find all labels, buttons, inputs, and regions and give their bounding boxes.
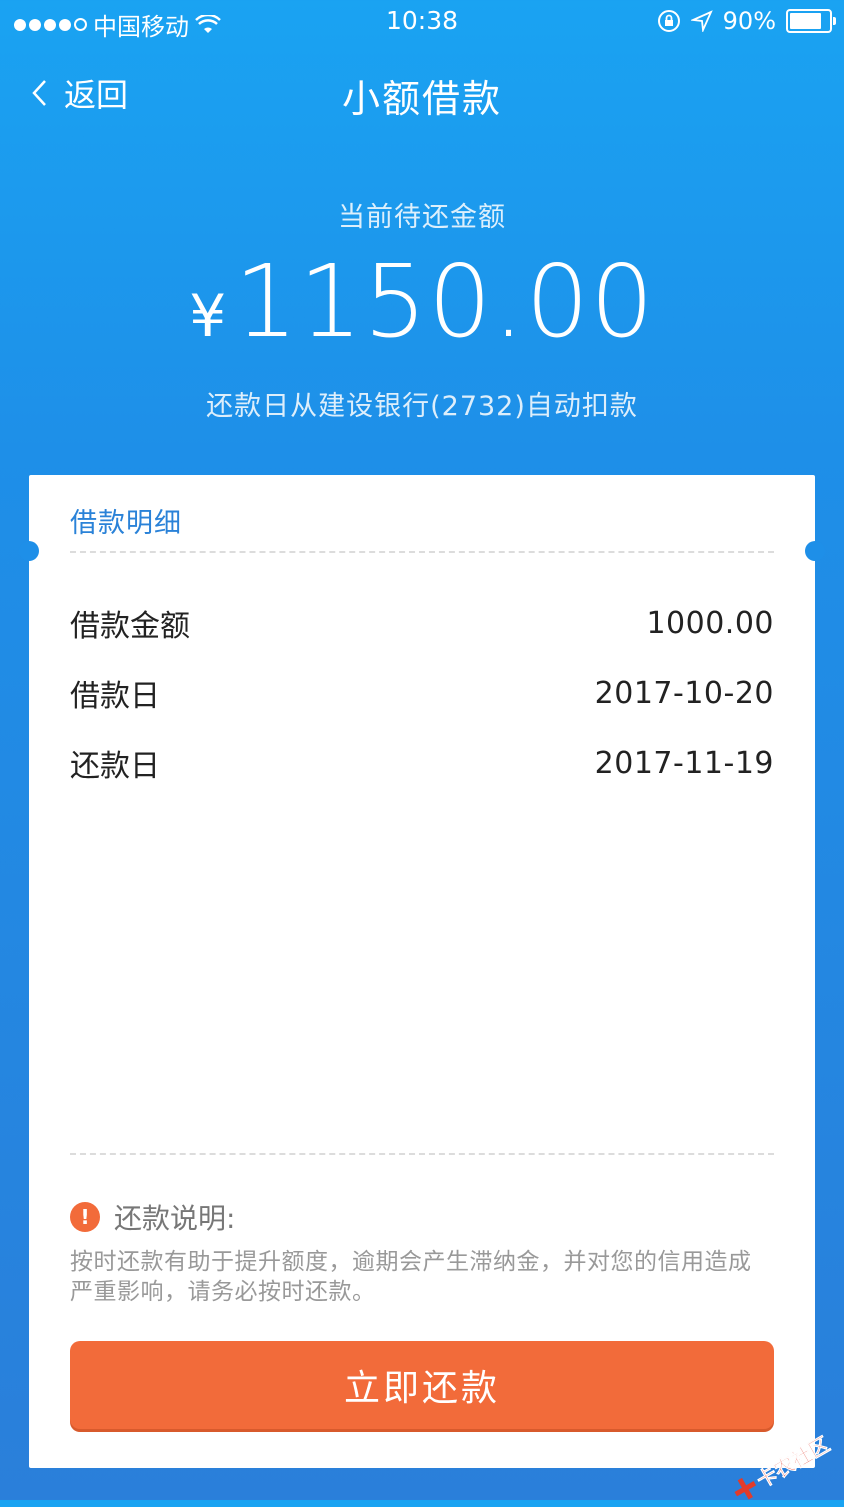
- amount-row: ¥ 1150.00: [0, 252, 844, 352]
- card-notch-left: [19, 541, 39, 561]
- repayment-note-text: 按时还款有助于提升额度，逾期会产生滞纳金，并对您的信用造成严重影响，请务必按时还…: [70, 1249, 752, 1305]
- page-title: 小额借款: [341, 77, 502, 121]
- card-title: 借款明细: [70, 508, 182, 539]
- battery-icon: [786, 9, 836, 33]
- repayment-note-header: ! 还款说明:: [70, 1197, 235, 1237]
- due-amount: 1150.00: [234, 243, 655, 360]
- repayment-note-title: 还款说明:: [114, 1202, 236, 1235]
- status-bar: 中国移动 10:38 90%: [0, 0, 844, 44]
- currency-symbol: ¥: [189, 282, 227, 350]
- due-amount-label: 当前待还金额: [338, 202, 506, 233]
- divider-top: [70, 551, 774, 553]
- status-right: 90%: [657, 7, 836, 35]
- divider-bottom: [70, 1153, 774, 1155]
- loan-detail-card: 借款明细 借款金额 1000.00 借款日 2017-10-20 还款日 201…: [19, 475, 825, 1468]
- detail-row-loan-date: 借款日 2017-10-20: [70, 658, 774, 728]
- detail-label: 还款日: [70, 749, 160, 784]
- battery-percent: 90%: [722, 7, 776, 35]
- detail-row-loan-amount: 借款金额 1000.00: [70, 588, 774, 658]
- repay-now-button[interactable]: 立即还款: [70, 1341, 774, 1429]
- warning-icon: !: [70, 1202, 100, 1232]
- orientation-lock-icon: [657, 10, 680, 32]
- autodebit-note: 还款日从建设银行(2732)自动扣款: [206, 391, 638, 422]
- detail-label: 借款金额: [70, 609, 190, 644]
- detail-label: 借款日: [70, 679, 160, 714]
- detail-list: 借款金额 1000.00 借款日 2017-10-20 还款日 2017-11-…: [70, 588, 774, 798]
- detail-value: 1000.00: [646, 605, 774, 641]
- nav-bar: 返回 小额借款: [0, 56, 844, 126]
- location-arrow-icon: [690, 10, 713, 32]
- card-notch-right: [805, 541, 825, 561]
- amount-summary: 当前待还金额 ¥ 1150.00 还款日从建设银行(2732)自动扣款: [0, 195, 844, 423]
- detail-value: 2017-11-19: [594, 745, 774, 781]
- detail-value: 2017-10-20: [594, 675, 774, 711]
- detail-row-repay-date: 还款日 2017-11-19: [70, 728, 774, 798]
